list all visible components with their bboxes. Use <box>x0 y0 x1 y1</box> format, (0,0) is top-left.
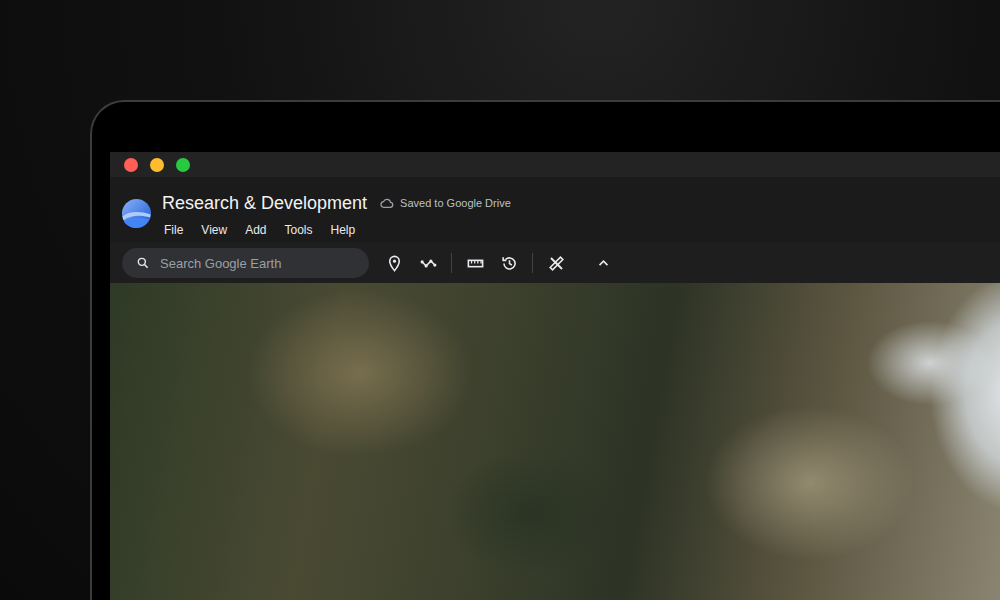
path-icon <box>419 254 438 273</box>
measure-button[interactable] <box>459 247 491 279</box>
header-text: Research & Development Saved to Google Dr… <box>162 189 511 239</box>
menu-item[interactable]: Tools <box>283 221 321 239</box>
pin-icon <box>385 254 404 273</box>
google-earth-logo-icon <box>121 198 152 229</box>
collapse-button[interactable] <box>587 247 619 279</box>
map-view[interactable] <box>110 283 1000 600</box>
path-button[interactable] <box>412 247 444 279</box>
chevron-up-icon <box>594 254 613 273</box>
page: Research & Development Saved to Google Dr… <box>0 0 1000 600</box>
save-status: Saved to Google Drive <box>400 197 511 209</box>
menu-item[interactable]: Help <box>329 221 364 239</box>
history-icon <box>500 254 519 273</box>
close-button[interactable] <box>124 158 138 172</box>
historical-imagery-button[interactable] <box>493 247 525 279</box>
title-row: Research & Development Saved to Google Dr… <box>162 189 511 217</box>
menu-item[interactable]: File <box>162 221 191 239</box>
project-title[interactable]: Research & Development <box>162 193 367 214</box>
search-placeholder: Search Google Earth <box>160 256 281 271</box>
toolbar-separator <box>451 253 452 273</box>
tools-button[interactable] <box>540 247 572 279</box>
maximize-button[interactable] <box>176 158 190 172</box>
search-icon <box>136 256 150 270</box>
app-header: Research & Development Saved to Google Dr… <box>110 177 1000 243</box>
ruler-icon <box>466 254 485 273</box>
laptop-frame: Research & Development Saved to Google Dr… <box>90 100 1000 600</box>
minimize-button[interactable] <box>150 158 164 172</box>
search-field[interactable]: Search Google Earth <box>122 248 369 278</box>
toolbar-separator <box>532 253 533 273</box>
cloud-saved-icon <box>379 196 394 211</box>
menu-item[interactable]: View <box>199 221 235 239</box>
app-window: Research & Development Saved to Google Dr… <box>110 152 1000 600</box>
title-bar <box>110 152 1000 177</box>
ruler-pencil-icon <box>547 254 566 273</box>
placemark-button[interactable] <box>378 247 410 279</box>
menu-bar: File View Add Tools Help <box>162 221 511 239</box>
menu-item[interactable]: Add <box>243 221 274 239</box>
toolbar: Search Google Earth <box>110 243 1000 283</box>
